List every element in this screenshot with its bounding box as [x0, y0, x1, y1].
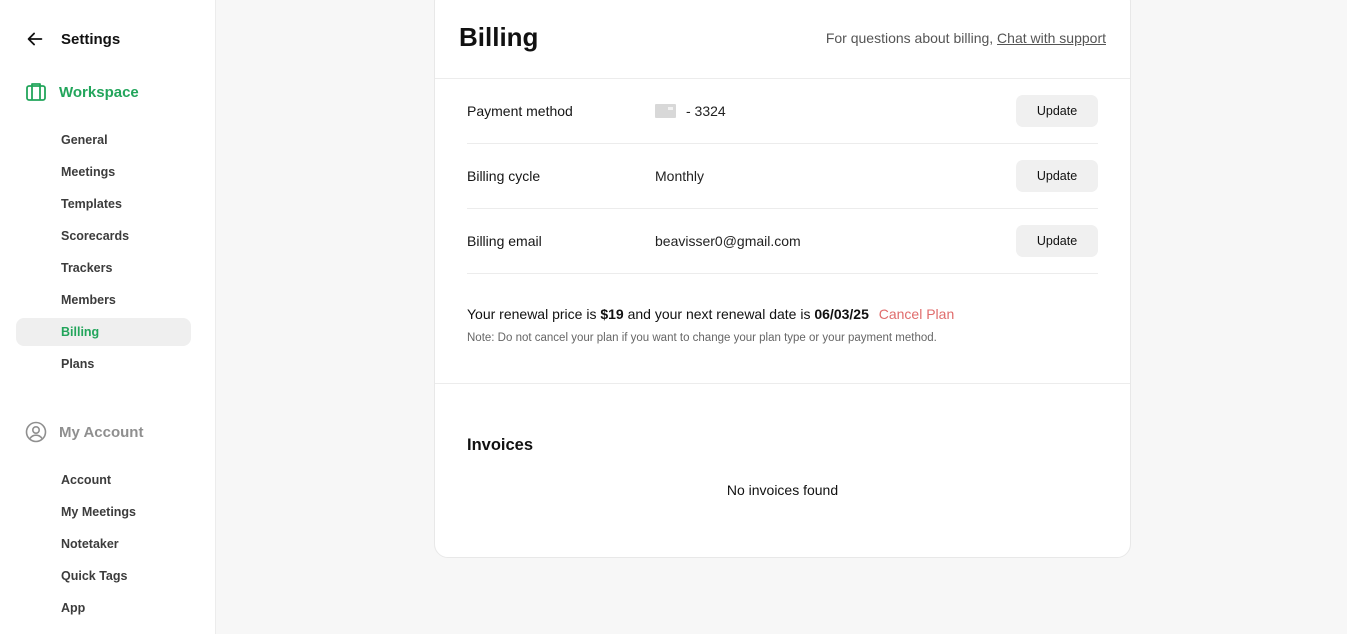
sidebar-item-account[interactable]: Account [16, 466, 191, 494]
sidebar-item-trackers[interactable]: Trackers [16, 254, 191, 282]
renewal-middle: and your next renewal date is [623, 306, 815, 322]
renewal-prefix: Your renewal price is [467, 306, 601, 322]
billing-card: Billing For questions about billing, Cha… [434, 0, 1131, 558]
renewal-date: 06/03/25 [814, 306, 869, 322]
section-workspace-label: Workspace [59, 83, 139, 101]
card-last-digits: - 3324 [686, 103, 726, 119]
section-workspace: Workspace [24, 80, 139, 104]
cancel-plan-link[interactable]: Cancel Plan [879, 306, 955, 322]
billing-email-label: Billing email [467, 233, 542, 249]
support-prefix: For questions about billing, [825, 30, 998, 46]
section-my-account: My Account [24, 420, 143, 444]
renewal-price: $19 [600, 306, 624, 322]
back-button[interactable]: Settings [24, 28, 120, 50]
settings-title: Settings [61, 30, 121, 48]
payment-method-label: Payment method [467, 103, 573, 119]
briefcase-icon [26, 83, 46, 101]
payment-method-value: - 3324 [655, 103, 1016, 119]
page-title: Billing [459, 22, 539, 52]
sidebar-item-billing[interactable]: Billing [16, 318, 191, 346]
invoices-empty-state: No invoices found [726, 482, 839, 498]
update-billing-email-button[interactable]: Update [1016, 225, 1098, 257]
settings-sidebar: Settings Workspace General Meetings Temp… [0, 0, 216, 634]
credit-card-icon [655, 104, 676, 118]
renewal-info: Your renewal price is $19 and your next … [435, 274, 1130, 384]
sidebar-item-my-meetings[interactable]: My Meetings [16, 498, 191, 526]
workspace-nav: General Meetings Templates Scorecards Tr… [16, 126, 191, 382]
sidebar-item-meetings[interactable]: Meetings [16, 158, 191, 186]
billing-header: Billing For questions about billing, Cha… [435, 0, 1130, 79]
renewal-line: Your renewal price is $19 and your next … [467, 306, 1098, 322]
billing-details: Payment method - 3324 Update Billing cyc… [435, 79, 1130, 274]
billing-cycle-row: Billing cycle Monthly Update [467, 144, 1098, 209]
user-circle-icon [25, 421, 47, 443]
invoices-title: Invoices [467, 436, 534, 454]
sidebar-item-app[interactable]: App [16, 594, 191, 622]
arrow-left-icon [27, 32, 43, 46]
payment-method-row: Payment method - 3324 Update [467, 79, 1098, 144]
chat-with-support-link[interactable]: Chat with support [997, 30, 1106, 46]
update-billing-cycle-button[interactable]: Update [1016, 160, 1098, 192]
sidebar-item-quick-tags[interactable]: Quick Tags [16, 562, 191, 590]
billing-cycle-value: Monthly [655, 168, 705, 184]
billing-email-row: Billing email beavisser0@gmail.com Updat… [467, 209, 1098, 274]
update-payment-method-button[interactable]: Update [1016, 95, 1098, 127]
sidebar-item-general[interactable]: General [16, 126, 191, 154]
sidebar-item-notetaker[interactable]: Notetaker [16, 530, 191, 558]
sidebar-item-scorecards[interactable]: Scorecards [16, 222, 191, 250]
billing-cycle-label: Billing cycle [467, 168, 541, 184]
invoices-section: Invoices No invoices found [435, 384, 1130, 554]
sidebar-item-templates[interactable]: Templates [16, 190, 191, 218]
my-account-nav: Account My Meetings Notetaker Quick Tags… [16, 466, 191, 626]
sidebar-item-plans[interactable]: Plans [16, 350, 191, 378]
sidebar-item-members[interactable]: Members [16, 286, 191, 314]
billing-email-value: beavisser0@gmail.com [655, 233, 801, 249]
support-text: For questions about billing, Chat with s… [826, 30, 1106, 46]
section-my-account-label: My Account [59, 423, 144, 441]
cancel-note: Note: Do not cancel your plan if you wan… [467, 332, 937, 344]
